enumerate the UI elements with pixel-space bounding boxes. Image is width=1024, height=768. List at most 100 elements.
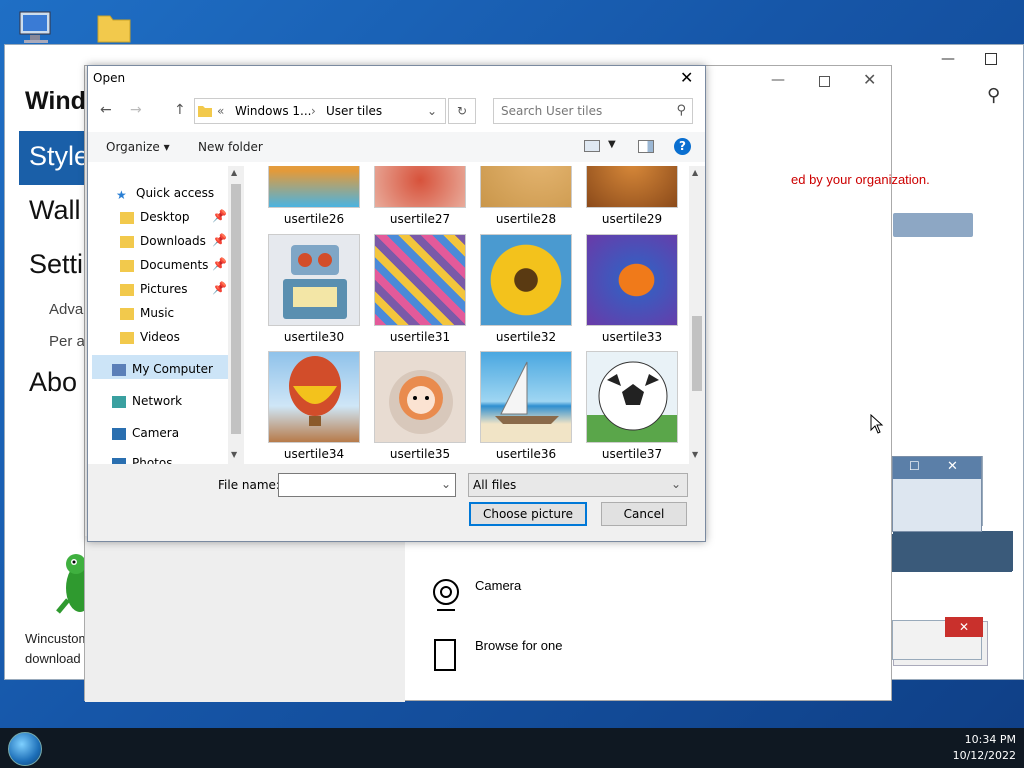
forward-arrow-icon[interactable]: → [130,102,142,118]
computer-icon [112,363,126,376]
nav-scrollbar-thumb[interactable] [231,184,241,434]
nav-item-advanced[interactable]: Adva [49,301,83,318]
chevron-down-icon[interactable]: ▼ [608,139,616,150]
option-camera[interactable]: Camera [431,578,521,593]
file-name[interactable]: usertile30 [261,330,367,344]
nav-item-wall[interactable]: Wall [29,195,81,226]
account-grey-panel [85,536,405,702]
start-button[interactable] [8,732,42,766]
maximize-icon[interactable] [985,53,997,65]
file-thumbnail[interactable] [374,234,466,326]
nav-item-desktop[interactable]: Desktop 📌 [120,209,227,232]
scroll-down-icon[interactable]: ▼ [231,450,237,459]
close-icon[interactable]: ✕ [863,70,876,89]
nav-item-photos[interactable]: Photos [112,456,172,464]
nav-item-documents[interactable]: Documents 📌 [120,257,227,280]
preview-pane-icon[interactable] [638,140,654,153]
file-thumbnail[interactable] [374,351,466,443]
file-name[interactable]: usertile36 [473,447,579,461]
file-name[interactable]: usertile29 [579,212,685,226]
folder-icon [120,259,134,272]
nav-scrollbar[interactable]: ▲ ▼ [228,166,244,464]
nav-item-about[interactable]: Abo [29,367,77,398]
organize-button[interactable]: Organize ▾ [106,140,170,154]
navigation-pane: ★ Quick access Desktop 📌 Downloads 📌 Docume… [88,166,243,464]
file-name-label: File name: [218,478,280,492]
nav-item-downloads[interactable]: Downloads 📌 [120,233,227,256]
nav-item-quick-access[interactable]: ★ Quick access [116,186,214,208]
scroll-down-icon[interactable]: ▼ [692,450,698,459]
address-bar[interactable]: « Windows 1... › User tiles ⌄ [194,98,446,124]
clock[interactable]: 10:34 PM 10/12/2022 [953,732,1016,764]
file-name[interactable]: usertile35 [367,447,473,461]
search-icon[interactable]: ⚲ [987,85,1000,106]
maximize-icon[interactable] [819,76,830,87]
nav-item-camera[interactable]: Camera [112,426,179,448]
close-icon[interactable]: ✕ [945,617,983,637]
file-name[interactable]: usertile37 [579,447,685,461]
breadcrumb-item[interactable]: User tiles [326,104,382,118]
file-thumbnail[interactable] [586,234,678,326]
file-type-select[interactable]: All files ⌄ [468,473,688,497]
option-browse[interactable]: Browse for one [431,638,562,653]
breadcrumb-item[interactable]: Windows 1... [235,104,311,118]
file-thumbnail[interactable] [586,351,678,443]
file-name[interactable]: usertile33 [579,330,685,344]
file-thumbnail[interactable] [480,351,572,443]
minimize-icon[interactable]: — [941,51,955,67]
file-thumbnail[interactable] [268,351,360,443]
pin-icon: 📌 [212,233,227,247]
nav-item-network[interactable]: Network [112,394,182,416]
help-icon[interactable]: ? [674,138,691,155]
choose-picture-button[interactable]: Choose picture [469,502,587,526]
nav-item-my-computer[interactable]: My Computer [112,362,213,384]
close-icon[interactable]: ✕ [680,68,693,87]
file-name[interactable]: usertile28 [473,212,579,226]
scroll-up-icon[interactable]: ▲ [692,168,698,177]
file-thumbnail[interactable] [374,166,466,208]
warning-text: ed by your organization. [791,172,930,187]
nav-item-videos[interactable]: Videos [120,330,180,352]
minimize-icon[interactable]: — [771,72,785,88]
file-name[interactable]: usertile31 [367,330,473,344]
file-thumbnail[interactable] [268,166,360,208]
file-scrollbar[interactable]: ▲ ▼ [689,166,705,464]
scroll-up-icon[interactable]: ▲ [231,168,237,177]
nav-item-style[interactable]: Style [19,131,85,185]
taskbar: 10:34 PM 10/12/2022 [0,728,1024,768]
folder-icon[interactable] [94,8,134,48]
chevron-down-icon[interactable]: ⌄ [441,477,451,491]
nav-item-settings[interactable]: Setti [29,249,83,280]
cancel-button[interactable]: Cancel [601,502,687,526]
back-arrow-icon[interactable]: ← [100,102,112,118]
nav-item-per-app[interactable]: Per a [49,333,85,350]
close-icon[interactable]: ✕ [947,459,958,474]
file-name[interactable]: usertile32 [473,330,579,344]
progress-bar [893,213,973,237]
chevron-down-icon[interactable]: ⌄ [427,104,437,118]
view-icon[interactable] [584,140,600,152]
file-name[interactable]: usertile26 [261,212,367,226]
file-thumbnail[interactable] [586,166,678,208]
file-name[interactable]: usertile27 [367,212,473,226]
maximize-icon[interactable]: ☐ [909,459,920,473]
small-window-bar [892,534,1012,572]
refresh-icon[interactable]: ↻ [448,98,476,124]
file-scrollbar-thumb[interactable] [692,316,702,391]
folder-icon [198,106,212,117]
nav-item-pictures[interactable]: Pictures 📌 [120,281,227,304]
nav-item-music[interactable]: Music [120,306,174,328]
file-thumbnail[interactable] [268,234,360,326]
file-thumbnail[interactable] [480,234,572,326]
up-arrow-icon[interactable]: ↑ [174,102,186,118]
file-thumbnail[interactable] [480,166,572,208]
search-input[interactable]: Search User tiles ⚲ [493,98,693,124]
new-folder-button[interactable]: New folder [198,140,263,154]
open-dialog: Open ✕ ← → ↑ « Windows 1... › User tiles… [87,65,706,542]
small-window: ☐ ✕ [892,456,982,532]
file-name-input[interactable]: ⌄ [278,473,456,497]
wincustomize-caption: Wincustom [25,631,90,646]
file-name[interactable]: usertile34 [261,447,367,461]
computer-icon[interactable] [16,8,56,48]
pin-icon: 📌 [212,257,227,271]
